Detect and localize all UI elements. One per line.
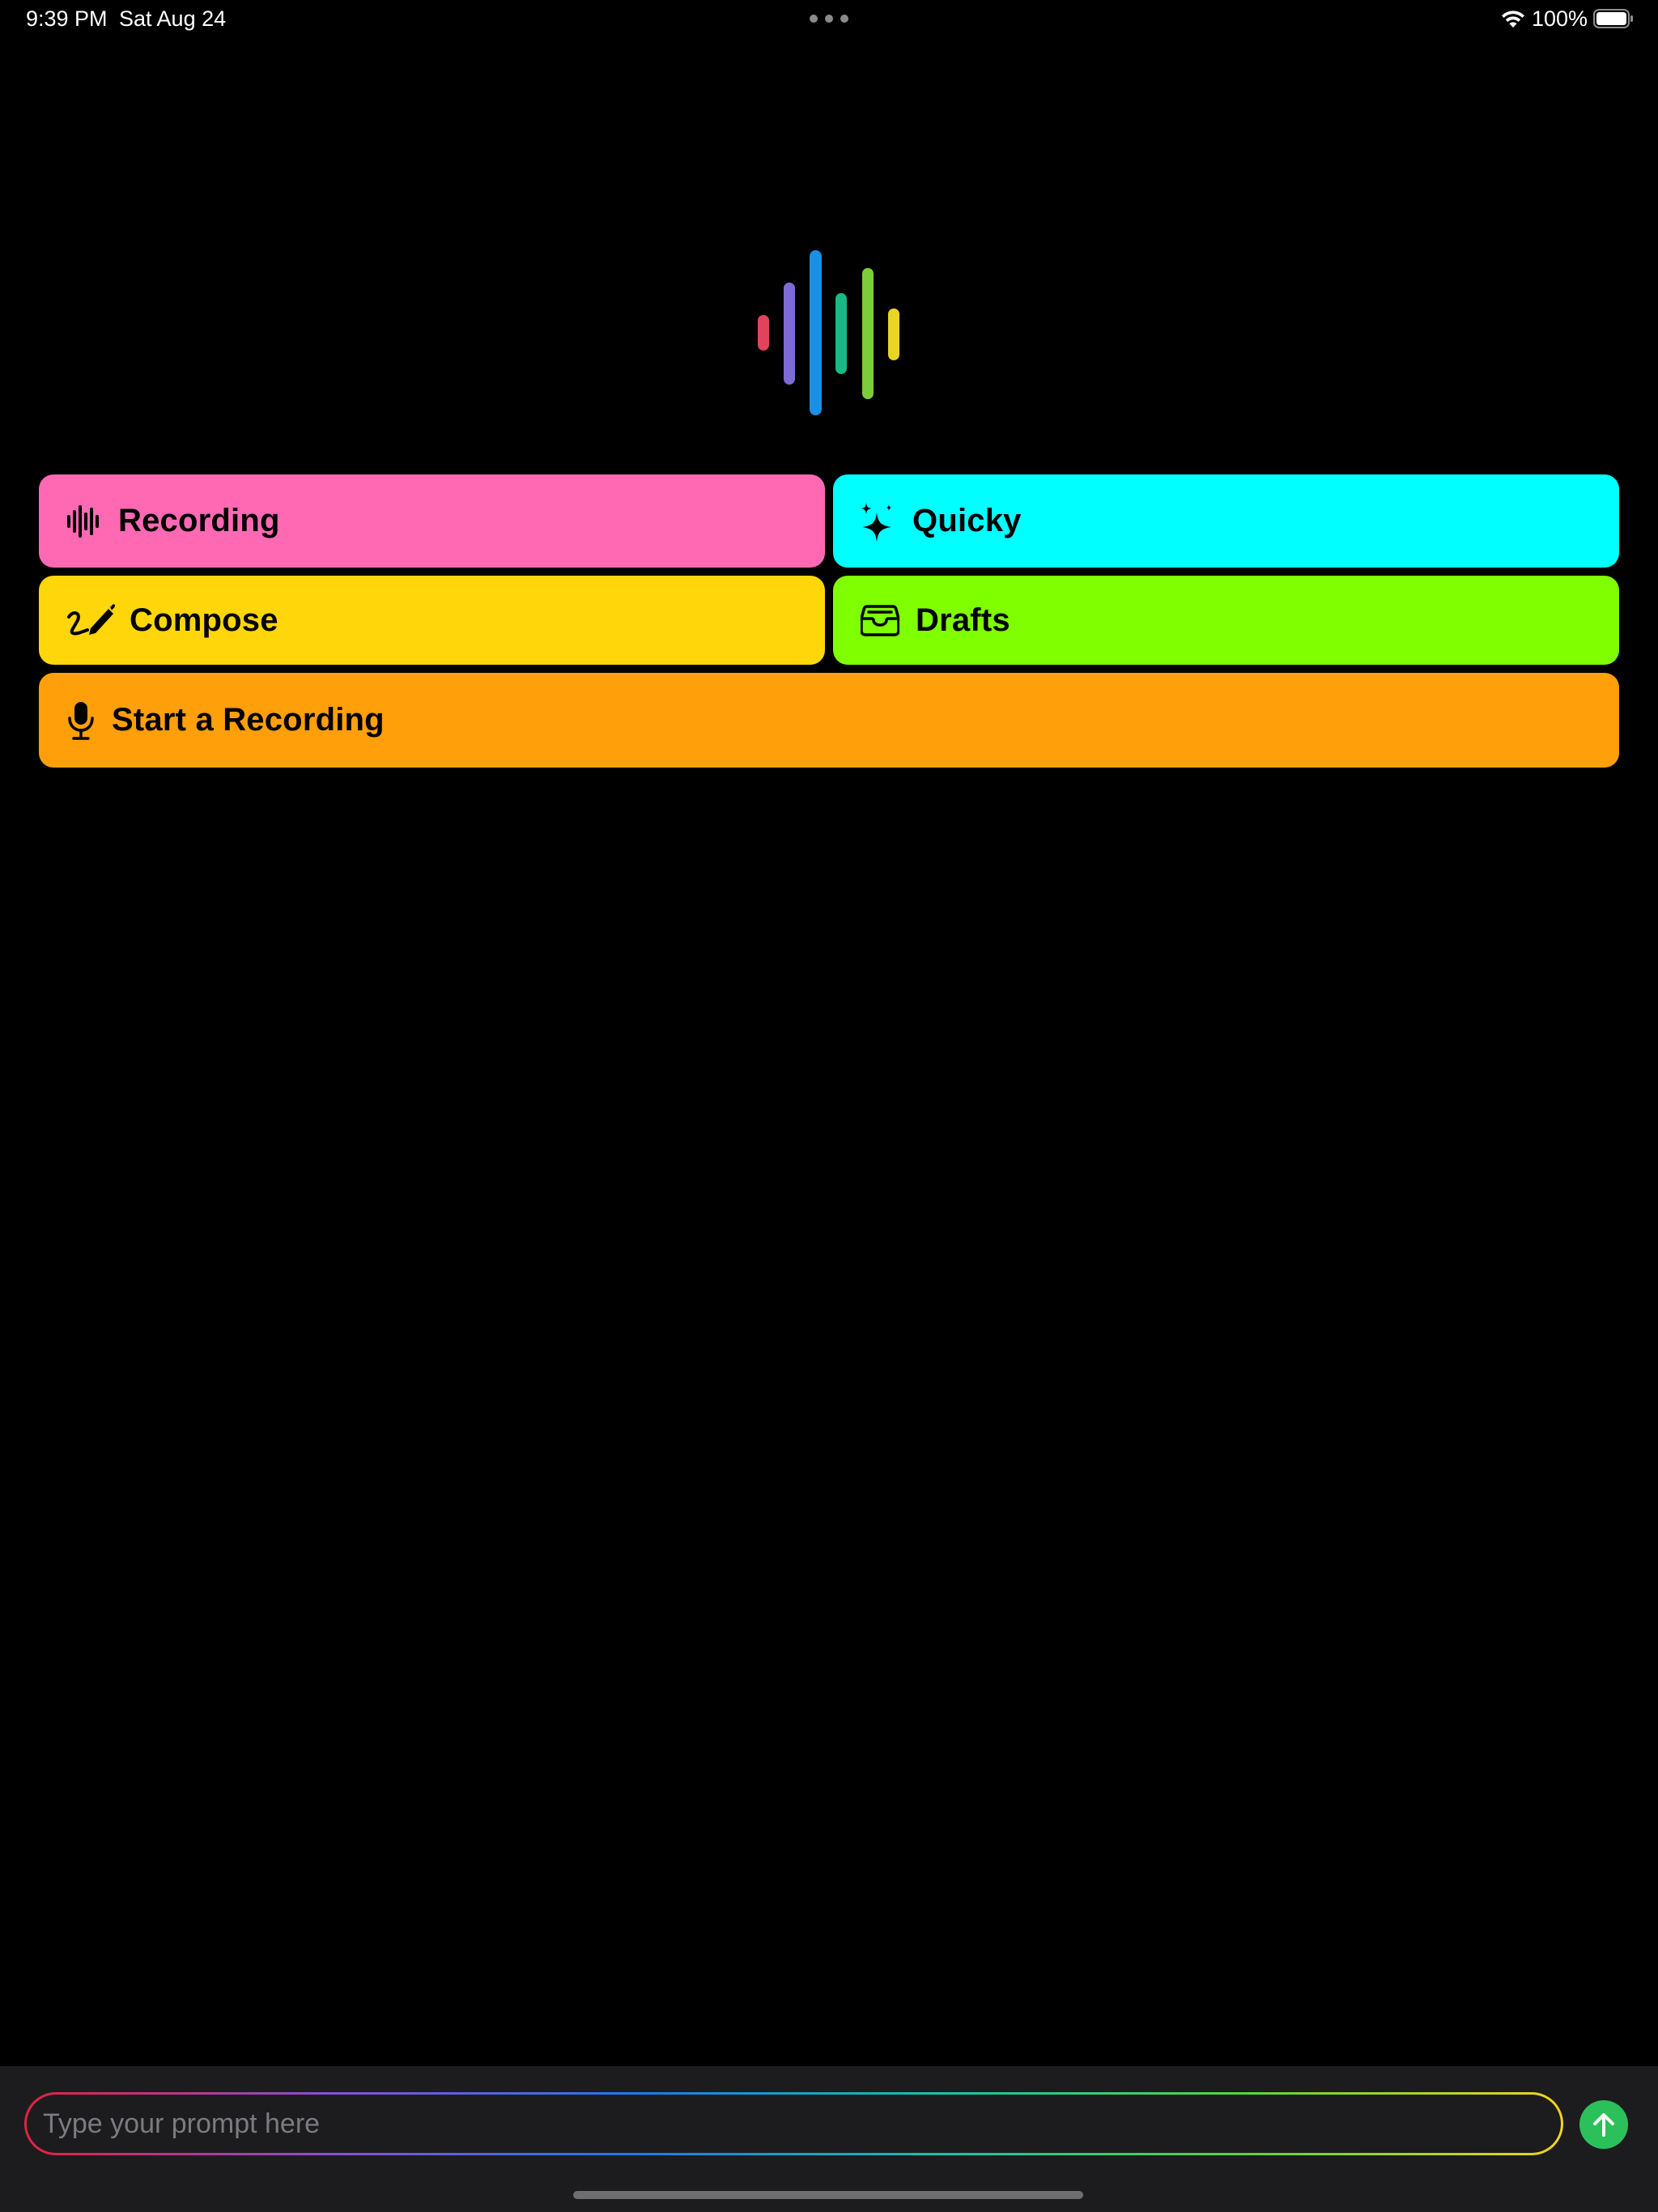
logo-bar-4	[835, 293, 847, 374]
tray-icon	[861, 604, 899, 636]
app-screen: 9:39 PM Sat Aug 24 100% Recording Quicky…	[0, 0, 1658, 2212]
prompt-input[interactable]	[41, 2107, 1561, 2141]
recording-label: Recording	[118, 503, 280, 538]
scribble-pencil-icon	[66, 602, 115, 638]
waveform-logo	[758, 250, 899, 415]
drafts-label: Drafts	[916, 602, 1010, 638]
logo-bar-1	[758, 315, 769, 351]
logo-bar-2	[784, 283, 795, 385]
status-time: 9:39 PM	[26, 6, 108, 31]
start-recording-button[interactable]: Start a Recording	[39, 673, 1619, 768]
battery-percent: 100%	[1532, 6, 1588, 31]
quicky-button[interactable]: Quicky	[833, 474, 1619, 568]
microphone-icon	[68, 700, 94, 741]
status-bar: 9:39 PM Sat Aug 24 100%	[0, 0, 1658, 40]
quicky-label: Quicky	[912, 503, 1022, 538]
send-button[interactable]	[1579, 2100, 1628, 2149]
logo-bar-3	[810, 250, 822, 415]
prompt-bar	[0, 2066, 1658, 2212]
logo-bar-5	[862, 268, 874, 399]
drafts-button[interactable]: Drafts	[833, 576, 1619, 665]
multitask-dots-icon[interactable]	[810, 13, 848, 24]
logo-bar-6	[888, 308, 899, 360]
wifi-icon	[1502, 11, 1524, 28]
waveform-icon	[65, 502, 104, 541]
prompt-field	[27, 2095, 1561, 2153]
arrow-up-icon	[1593, 2113, 1614, 2137]
home-indicator[interactable]	[573, 2191, 1083, 2199]
start-recording-label: Start a Recording	[112, 702, 385, 738]
compose-label: Compose	[130, 602, 278, 638]
prompt-field-border	[24, 2092, 1563, 2155]
recording-button[interactable]: Recording	[39, 474, 825, 568]
compose-button[interactable]: Compose	[39, 576, 825, 665]
sparkles-icon	[859, 501, 896, 542]
battery-icon	[1593, 9, 1633, 28]
status-date: Sat Aug 24	[119, 6, 227, 31]
